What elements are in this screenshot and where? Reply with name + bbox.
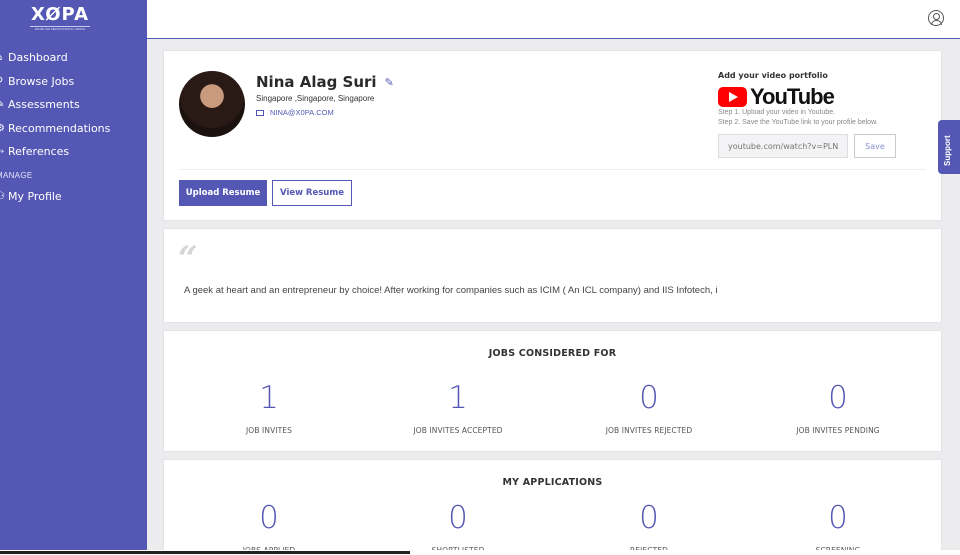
youtube-wordmark: YouTube (750, 84, 835, 109)
stat-screening[interactable]: 0 SCREENING (748, 500, 928, 555)
about-text: A geek at heart and an entrepreneur by c… (184, 285, 718, 296)
window-bottom-edge (0, 550, 960, 555)
sidebar-section-manage: MANAGE (0, 170, 33, 180)
profile-email[interactable]: NINA@X0PA.COM (270, 108, 334, 117)
save-video-button[interactable]: Save (854, 134, 896, 158)
stat-label: JOB INVITES ACCEPTED (413, 426, 503, 435)
divider (179, 169, 926, 170)
sidebar-item-my-profile[interactable]: ⚇ My Profile (0, 185, 146, 209)
mail-icon (256, 109, 264, 116)
user-icon: ⚇ (0, 190, 5, 202)
sidebar-item-recommendations[interactable]: ⚙ Recommendations (0, 117, 146, 141)
stat-job-invites-accepted[interactable]: 1 JOB INVITES ACCEPTED (368, 380, 548, 435)
stat-label: JOB INVITES (246, 426, 292, 435)
stat-value: 1 (259, 380, 279, 416)
stat-job-invites[interactable]: 1 JOB INVITES (179, 380, 359, 435)
sidebar-item-assessments[interactable]: ✎ Assessments (0, 93, 146, 117)
sidebar-item-label: References (8, 145, 70, 159)
stat-rejected[interactable]: 0 REJECTED (559, 500, 739, 555)
stat-value: 0 (828, 380, 848, 416)
share-icon: ⤳ (0, 146, 4, 158)
youtube-link-input[interactable] (718, 134, 848, 158)
edit-icon: ✎ (0, 99, 5, 111)
sidebar-item-references[interactable]: ⤳ References (0, 140, 146, 164)
view-resume-button[interactable]: View Resume (272, 180, 352, 206)
logo-text: XØPA (30, 4, 89, 25)
sidebar-item-label: My Profile (8, 189, 62, 203)
stat-jobs-applied[interactable]: 0 JOBS APPLIED (179, 500, 359, 555)
section-title: JOBS CONSIDERED FOR (488, 348, 617, 359)
stat-label: JOB INVITES REJECTED (605, 426, 693, 435)
support-tab[interactable]: Support (938, 120, 960, 174)
my-applications-card: MY APPLICATIONS 0 JOBS APPLIED 0 SHORTLI… (163, 459, 942, 555)
sidebar-nav: ⌂ Dashboard ⚲ Browse Jobs ✎ Assessments … (0, 46, 146, 208)
profile-card: Nina Alag Suri ✎ Singapore ,Singapore, S… (163, 50, 942, 221)
top-bar (147, 0, 960, 39)
sidebar: XØPA ENABLING MERITOCRATIC HIRING ⌂ Dash… (0, 0, 147, 550)
sidebar-item-browse-jobs[interactable]: ⚲ Browse Jobs (0, 70, 146, 94)
youtube-step-1: Step 1. Upload your video in Youtube. (718, 109, 836, 116)
stat-value: 0 (448, 500, 468, 536)
stat-job-invites-pending[interactable]: 0 JOB INVITES PENDING (748, 380, 928, 435)
gear-icon: ⚙ (0, 122, 5, 134)
video-portfolio-title: Add your video portfolio (718, 71, 828, 80)
stat-value: 0 (259, 500, 279, 536)
stat-job-invites-rejected[interactable]: 0 JOB INVITES REJECTED (559, 380, 739, 435)
sidebar-item-label: Recommendations (8, 121, 111, 135)
quote-icon: “ (178, 239, 198, 279)
profile-email-row: NINA@X0PA.COM (256, 108, 334, 117)
home-icon: ⌂ (0, 52, 8, 63)
section-title: MY APPLICATIONS (502, 477, 603, 488)
search-icon: ⚲ (0, 76, 8, 87)
youtube-logo: YouTube (718, 84, 835, 110)
stat-value: 0 (639, 500, 659, 536)
stat-value: 1 (448, 380, 468, 416)
sidebar-item-label: Assessments (8, 98, 80, 112)
sidebar-item-label: Browse Jobs (8, 74, 75, 88)
account-icon[interactable] (928, 10, 944, 26)
sidebar-item-dashboard[interactable]: ⌂ Dashboard (0, 46, 146, 70)
youtube-play-icon (718, 87, 747, 107)
profile-name-row: Nina Alag Suri ✎ (256, 73, 394, 91)
app-logo[interactable]: XØPA ENABLING MERITOCRATIC HIRING (30, 4, 90, 34)
jobs-considered-card: JOBS CONSIDERED FOR 1 JOB INVITES 1 JOB … (163, 330, 942, 452)
avatar (179, 71, 245, 137)
profile-name: Nina Alag Suri (256, 73, 377, 91)
support-label: Support (943, 135, 952, 166)
about-card: “ A geek at heart and an entrepreneur by… (163, 228, 942, 323)
edit-profile-icon[interactable]: ✎ (385, 76, 394, 89)
logo-tagline: ENABLING MERITOCRATIC HIRING (30, 26, 90, 32)
upload-resume-button[interactable]: Upload Resume (179, 180, 267, 206)
stat-value: 0 (639, 380, 659, 416)
stat-value: 0 (828, 500, 848, 536)
stat-shortlisted[interactable]: 0 SHORTLISTED (368, 500, 548, 555)
sidebar-item-label: Dashboard (8, 51, 68, 65)
profile-location: Singapore ,Singapore, Singapore (256, 94, 375, 103)
youtube-step-2: Step 2. Save the YouTube link to your pr… (718, 119, 878, 126)
stat-label: JOB INVITES PENDING (796, 426, 880, 435)
